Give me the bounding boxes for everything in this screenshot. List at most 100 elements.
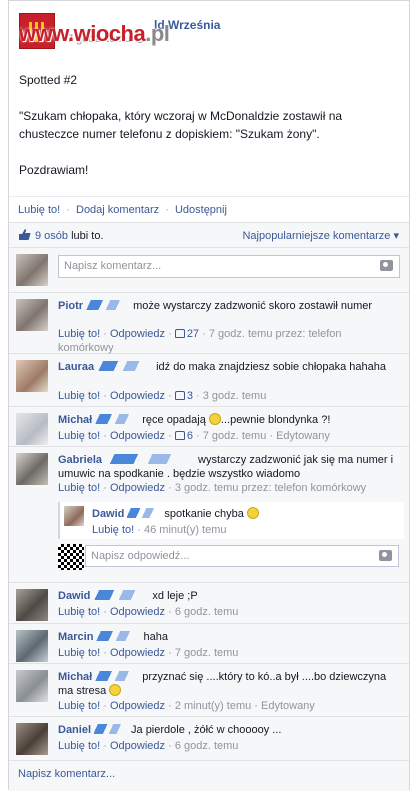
- action-separator: ·: [165, 204, 169, 216]
- comment-reply-link[interactable]: Odpowiedz: [110, 328, 165, 340]
- user-avatar-small: [58, 544, 84, 570]
- comment-time: 7 godz. temu · Edytowany: [202, 430, 330, 442]
- comment-meta: Lubię to! · Odpowiedz · 27 · 7 godz. tem…: [58, 328, 342, 354]
- redacted-mark: [105, 454, 196, 464]
- comment-item: Michał przyznać się ....który to kó..a by…: [9, 664, 409, 717]
- comment-time: 7 godz. temu przez: telefon komórkowy: [58, 328, 342, 354]
- comment-item: Marcin haha Lubię to! · Odpowiedz · 7 god…: [9, 624, 409, 664]
- comment-author[interactable]: Gabriela: [58, 454, 102, 466]
- comment-author[interactable]: Dawid: [58, 590, 90, 602]
- commenter-avatar[interactable]: [16, 589, 48, 621]
- comment-like-link[interactable]: Lubię to!: [58, 740, 100, 752]
- commenter-avatar[interactable]: [16, 630, 48, 662]
- comment-reply-link[interactable]: Odpowiedz: [110, 740, 165, 752]
- comment-body: może wystarczy zadzwonić skoro zostawił …: [133, 300, 373, 312]
- sort-dropdown[interactable]: Najpopularniejsze komentarze ▾: [242, 229, 399, 242]
- camera-icon[interactable]: [380, 260, 393, 271]
- like-link[interactable]: Lubię to!: [18, 204, 60, 216]
- like-count-icon: [174, 391, 185, 400]
- action-separator: ·: [66, 204, 70, 216]
- commenter-avatar[interactable]: [16, 413, 48, 445]
- comment-text: Piotr może wystarczy zadzwonić skoro zost…: [58, 299, 398, 313]
- comment-meta: Lubię to! · Odpowiedz · 2 minut(y) temu …: [58, 700, 315, 712]
- comment-text: Michał przyznać się ....który to kó..a by…: [58, 670, 398, 698]
- comment-reply-link[interactable]: Odpowiedz: [110, 430, 165, 442]
- comment-time: 2 minut(y) temu · Edytowany: [174, 700, 315, 712]
- comment-like-link[interactable]: Lubię to!: [58, 700, 100, 712]
- comment-author[interactable]: Piotr: [58, 300, 83, 312]
- comment-like-count[interactable]: 6: [187, 430, 193, 442]
- redacted-mark: [97, 361, 154, 371]
- comment-like-link[interactable]: Lubię to!: [58, 647, 100, 659]
- comment-author[interactable]: Marcin: [58, 631, 93, 643]
- reply-time: 46 minut(y) temu: [143, 524, 227, 536]
- comment-body-continued: ...pewnie blondynka ?!: [220, 414, 331, 426]
- comment-like-link[interactable]: Lubię to!: [58, 390, 100, 402]
- comment-like-count[interactable]: 27: [187, 328, 199, 340]
- comment-input[interactable]: Napisz komentarz...: [58, 255, 400, 278]
- comment-time: 7 godz. temu: [174, 647, 239, 659]
- comment-meta: Lubię to! · Odpowiedz · 6 godz. temu: [58, 606, 239, 618]
- comment-reply-link[interactable]: Odpowiedz: [110, 482, 165, 494]
- reply-author[interactable]: Dawid: [92, 508, 124, 520]
- post-line-title: Spotted #2: [19, 73, 78, 87]
- camera-icon[interactable]: [379, 550, 392, 561]
- comment-like-link[interactable]: Lubię to!: [58, 482, 100, 494]
- comment-time: 3 godz. temu: [202, 390, 267, 402]
- comment-item: Michał ręce opadają ...pewnie blondynka ?…: [9, 407, 409, 447]
- smiley-emoticon-icon: [208, 413, 221, 425]
- commenter-avatar[interactable]: [16, 360, 48, 392]
- redacted-mark: [95, 671, 140, 681]
- commenter-avatar[interactable]: [16, 453, 48, 485]
- comment-time: 6 godz. temu: [174, 740, 239, 752]
- comment-body: Ja pierdole , żółć w chooooy ...: [131, 724, 282, 736]
- reply-text: Dawid spotkanie chyba: [92, 507, 259, 520]
- commenter-avatar[interactable]: [16, 723, 48, 755]
- comment-body: xd leje ;P: [152, 590, 198, 602]
- reply-composer: Napisz odpowiedź...: [51, 541, 407, 575]
- comment-text: Lauraa idź do maka znajdziesz sobie chłop…: [58, 360, 398, 374]
- reply-avatar[interactable]: [64, 506, 84, 526]
- comment-body: ręce opadają: [142, 414, 206, 426]
- reply-item: Dawid spotkanie chyba Lubię to! · 46 minu…: [58, 502, 404, 539]
- share-link[interactable]: Udostępnij: [175, 204, 227, 216]
- comment-meta: Lubię to! · Odpowiedz · 6 · 7 godz. temu…: [58, 430, 330, 442]
- comment-reply-link[interactable]: Odpowiedz: [110, 390, 165, 402]
- comment-meta: Lubię to! · Odpowiedz · 3 · 3 godz. temu: [58, 390, 267, 402]
- reply-input[interactable]: Napisz odpowiedź...: [85, 545, 399, 567]
- comment-item: Lauraa idź do maka znajdziesz sobie chłop…: [9, 354, 409, 407]
- comment-text: Michał ręce opadają ...pewnie blondynka ?…: [58, 413, 398, 427]
- post-header: ld Września 7 godz. temu www.wiocha.pl: [19, 13, 399, 53]
- comment-author[interactable]: Lauraa: [58, 361, 94, 373]
- comment-like-link[interactable]: Lubię to!: [58, 328, 100, 340]
- comment-reply-link[interactable]: Odpowiedz: [110, 647, 165, 659]
- comment-reply-link[interactable]: Odpowiedz: [110, 700, 165, 712]
- redacted-mark: [86, 300, 131, 310]
- comment-text: Daniel Ja pierdole , żółć w chooooy ...: [58, 723, 398, 737]
- comment-meta: Lubię to! · Odpowiedz · 3 godz. temu prz…: [58, 482, 367, 494]
- comment-like-link[interactable]: Lubię to!: [58, 606, 100, 618]
- comment-reply-link[interactable]: Odpowiedz: [110, 606, 165, 618]
- write-comment-link[interactable]: Napisz komentarz...: [18, 768, 115, 780]
- redacted-mark: [94, 724, 129, 734]
- commenter-avatar[interactable]: [16, 670, 48, 702]
- user-avatar: [16, 254, 48, 286]
- likes-count-link[interactable]: 9 osób: [35, 230, 68, 242]
- reply-meta: Lubię to! · 46 minut(y) temu: [92, 524, 227, 536]
- comment-author[interactable]: Daniel: [58, 724, 91, 736]
- post-body: Spotted #2 "Szukam chłopaka, który wczor…: [19, 71, 397, 197]
- comment-author[interactable]: Michał: [58, 671, 92, 683]
- reply-like-link[interactable]: Lubię to!: [92, 524, 134, 536]
- redacted-mark: [96, 631, 141, 641]
- comment-like-link[interactable]: Lubię to!: [58, 430, 100, 442]
- redacted-mark: [93, 590, 150, 600]
- comment-time: 3 godz. temu przez: telefon komórkowy: [174, 482, 367, 494]
- likes-summary: 9 osób lubi to. Najpopularniejsze koment…: [9, 223, 409, 248]
- reply-input-placeholder: Napisz odpowiedź...: [91, 550, 190, 562]
- comment-like-count[interactable]: 3: [187, 390, 193, 402]
- comment-text: Gabriela wystarczy zadzwonić jak się ma n…: [58, 453, 398, 481]
- commenter-avatar[interactable]: [16, 299, 48, 331]
- comment-link[interactable]: Dodaj komentarz: [76, 204, 159, 216]
- comment-author[interactable]: Michał: [58, 414, 92, 426]
- post-line-signoff: Pozdrawiam!: [19, 163, 89, 177]
